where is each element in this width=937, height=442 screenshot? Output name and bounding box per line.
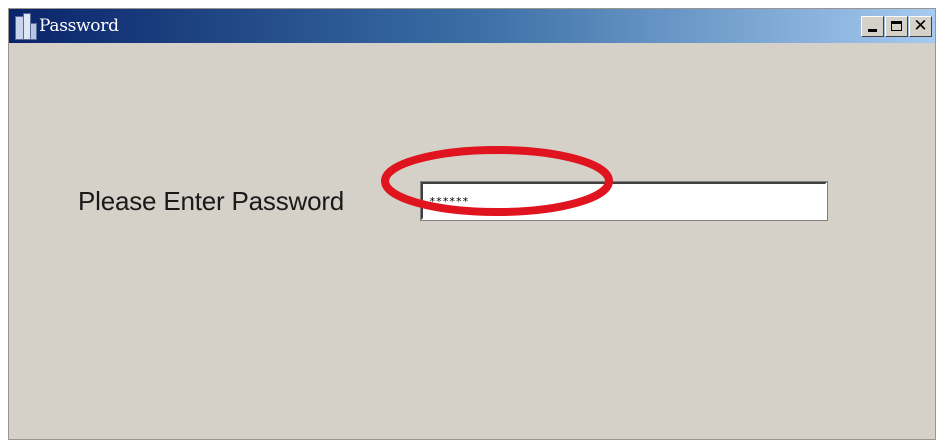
maximize-button[interactable]: [885, 16, 908, 37]
window-title: Password: [39, 16, 119, 36]
close-button[interactable]: ✕: [909, 16, 932, 37]
title-bar[interactable]: Password ✕: [9, 9, 935, 43]
maximize-icon: [891, 21, 902, 31]
password-input[interactable]: [420, 181, 828, 221]
app-icon: [13, 13, 37, 40]
minimize-button[interactable]: [861, 16, 884, 37]
password-window: Password ✕ Please Enter Password: [8, 8, 936, 440]
window-controls: ✕: [860, 16, 932, 37]
minimize-icon: [868, 29, 877, 32]
password-prompt-label: Please Enter Password: [78, 186, 345, 216]
close-icon: ✕: [913, 16, 928, 36]
